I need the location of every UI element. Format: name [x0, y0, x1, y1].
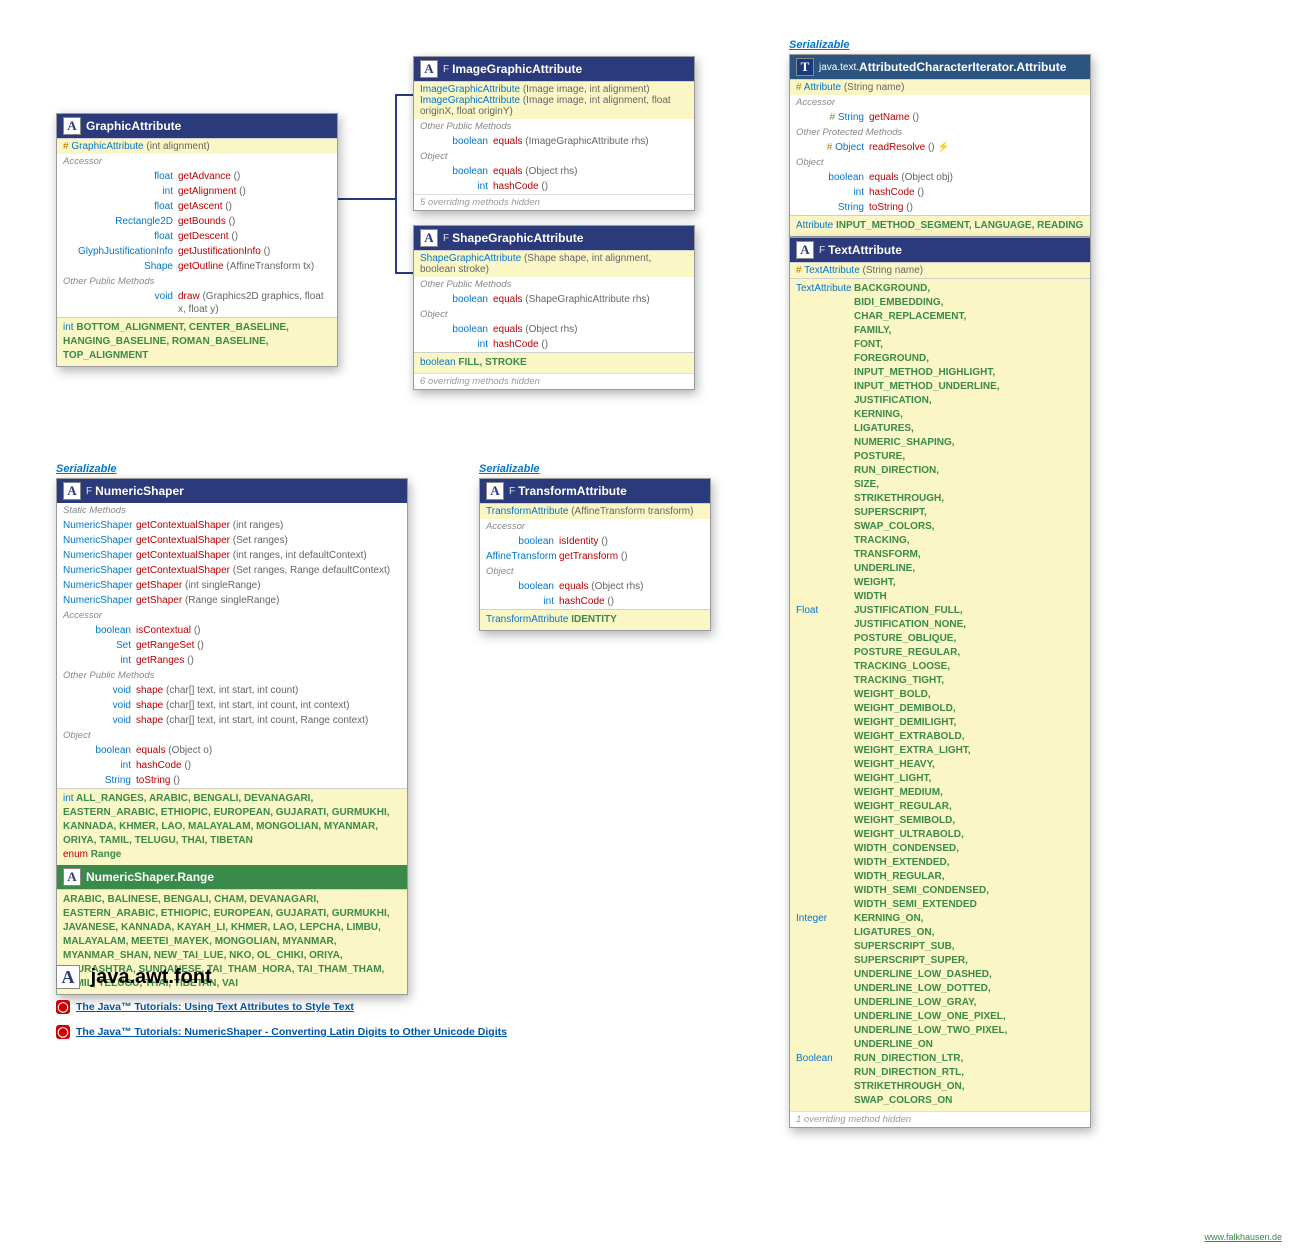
connector: [336, 198, 396, 200]
abstract-icon: A: [796, 241, 814, 259]
oracle-icon: ◯: [56, 1025, 70, 1039]
class-title: ImageGraphicAttribute: [452, 62, 582, 76]
abstract-icon: A: [420, 60, 438, 78]
serializable-label[interactable]: Serializable: [479, 463, 540, 475]
class-title: GraphicAttribute: [86, 119, 181, 133]
serializable-label[interactable]: Serializable: [789, 39, 850, 51]
tutorial-link[interactable]: ◯The Java™ Tutorials: Using Text Attribu…: [56, 1000, 354, 1014]
abstract-icon: A: [63, 868, 81, 886]
class-aci-attribute: Tjava.text.AttributedCharacterIterator.A…: [789, 54, 1091, 237]
class-graphic-attribute: AGraphicAttribute # GraphicAttribute (in…: [56, 113, 338, 367]
abstract-icon: A: [63, 482, 81, 500]
oracle-icon: ◯: [56, 1000, 70, 1014]
class-title: ShapeGraphicAttribute: [452, 231, 583, 245]
class-numeric-shaper: AFNumericShaper Static Methods NumericSh…: [56, 478, 408, 995]
class-title: AttributedCharacterIterator.Attribute: [859, 60, 1066, 74]
package-title: A java.awt.font: [56, 965, 212, 989]
connector: [395, 94, 415, 96]
class-title: NumericShaper: [95, 484, 184, 498]
abstract-icon: A: [420, 229, 438, 247]
class-shape-graphic-attribute: AFShapeGraphicAttribute ShapeGraphicAttr…: [413, 225, 695, 390]
type-icon: T: [796, 58, 814, 76]
class-image-graphic-attribute: AFImageGraphicAttribute ImageGraphicAttr…: [413, 56, 695, 211]
connector: [395, 272, 415, 274]
tutorial-link[interactable]: ◯The Java™ Tutorials: NumericShaper - Co…: [56, 1025, 507, 1039]
serializable-label[interactable]: Serializable: [56, 463, 117, 475]
credit-link[interactable]: www.falkhausen.de: [1204, 1232, 1282, 1242]
abstract-icon: A: [56, 965, 80, 989]
class-text-attribute: AFTextAttribute # TextAttribute (String …: [789, 237, 1091, 1128]
class-title: TransformAttribute: [518, 484, 627, 498]
abstract-icon: A: [63, 117, 81, 135]
class-title: TextAttribute: [828, 243, 902, 257]
class-transform-attribute: AFTransformAttribute TransformAttribute …: [479, 478, 711, 631]
connector: [395, 94, 397, 274]
abstract-icon: A: [486, 482, 504, 500]
class-title: NumericShaper.Range: [86, 870, 214, 884]
